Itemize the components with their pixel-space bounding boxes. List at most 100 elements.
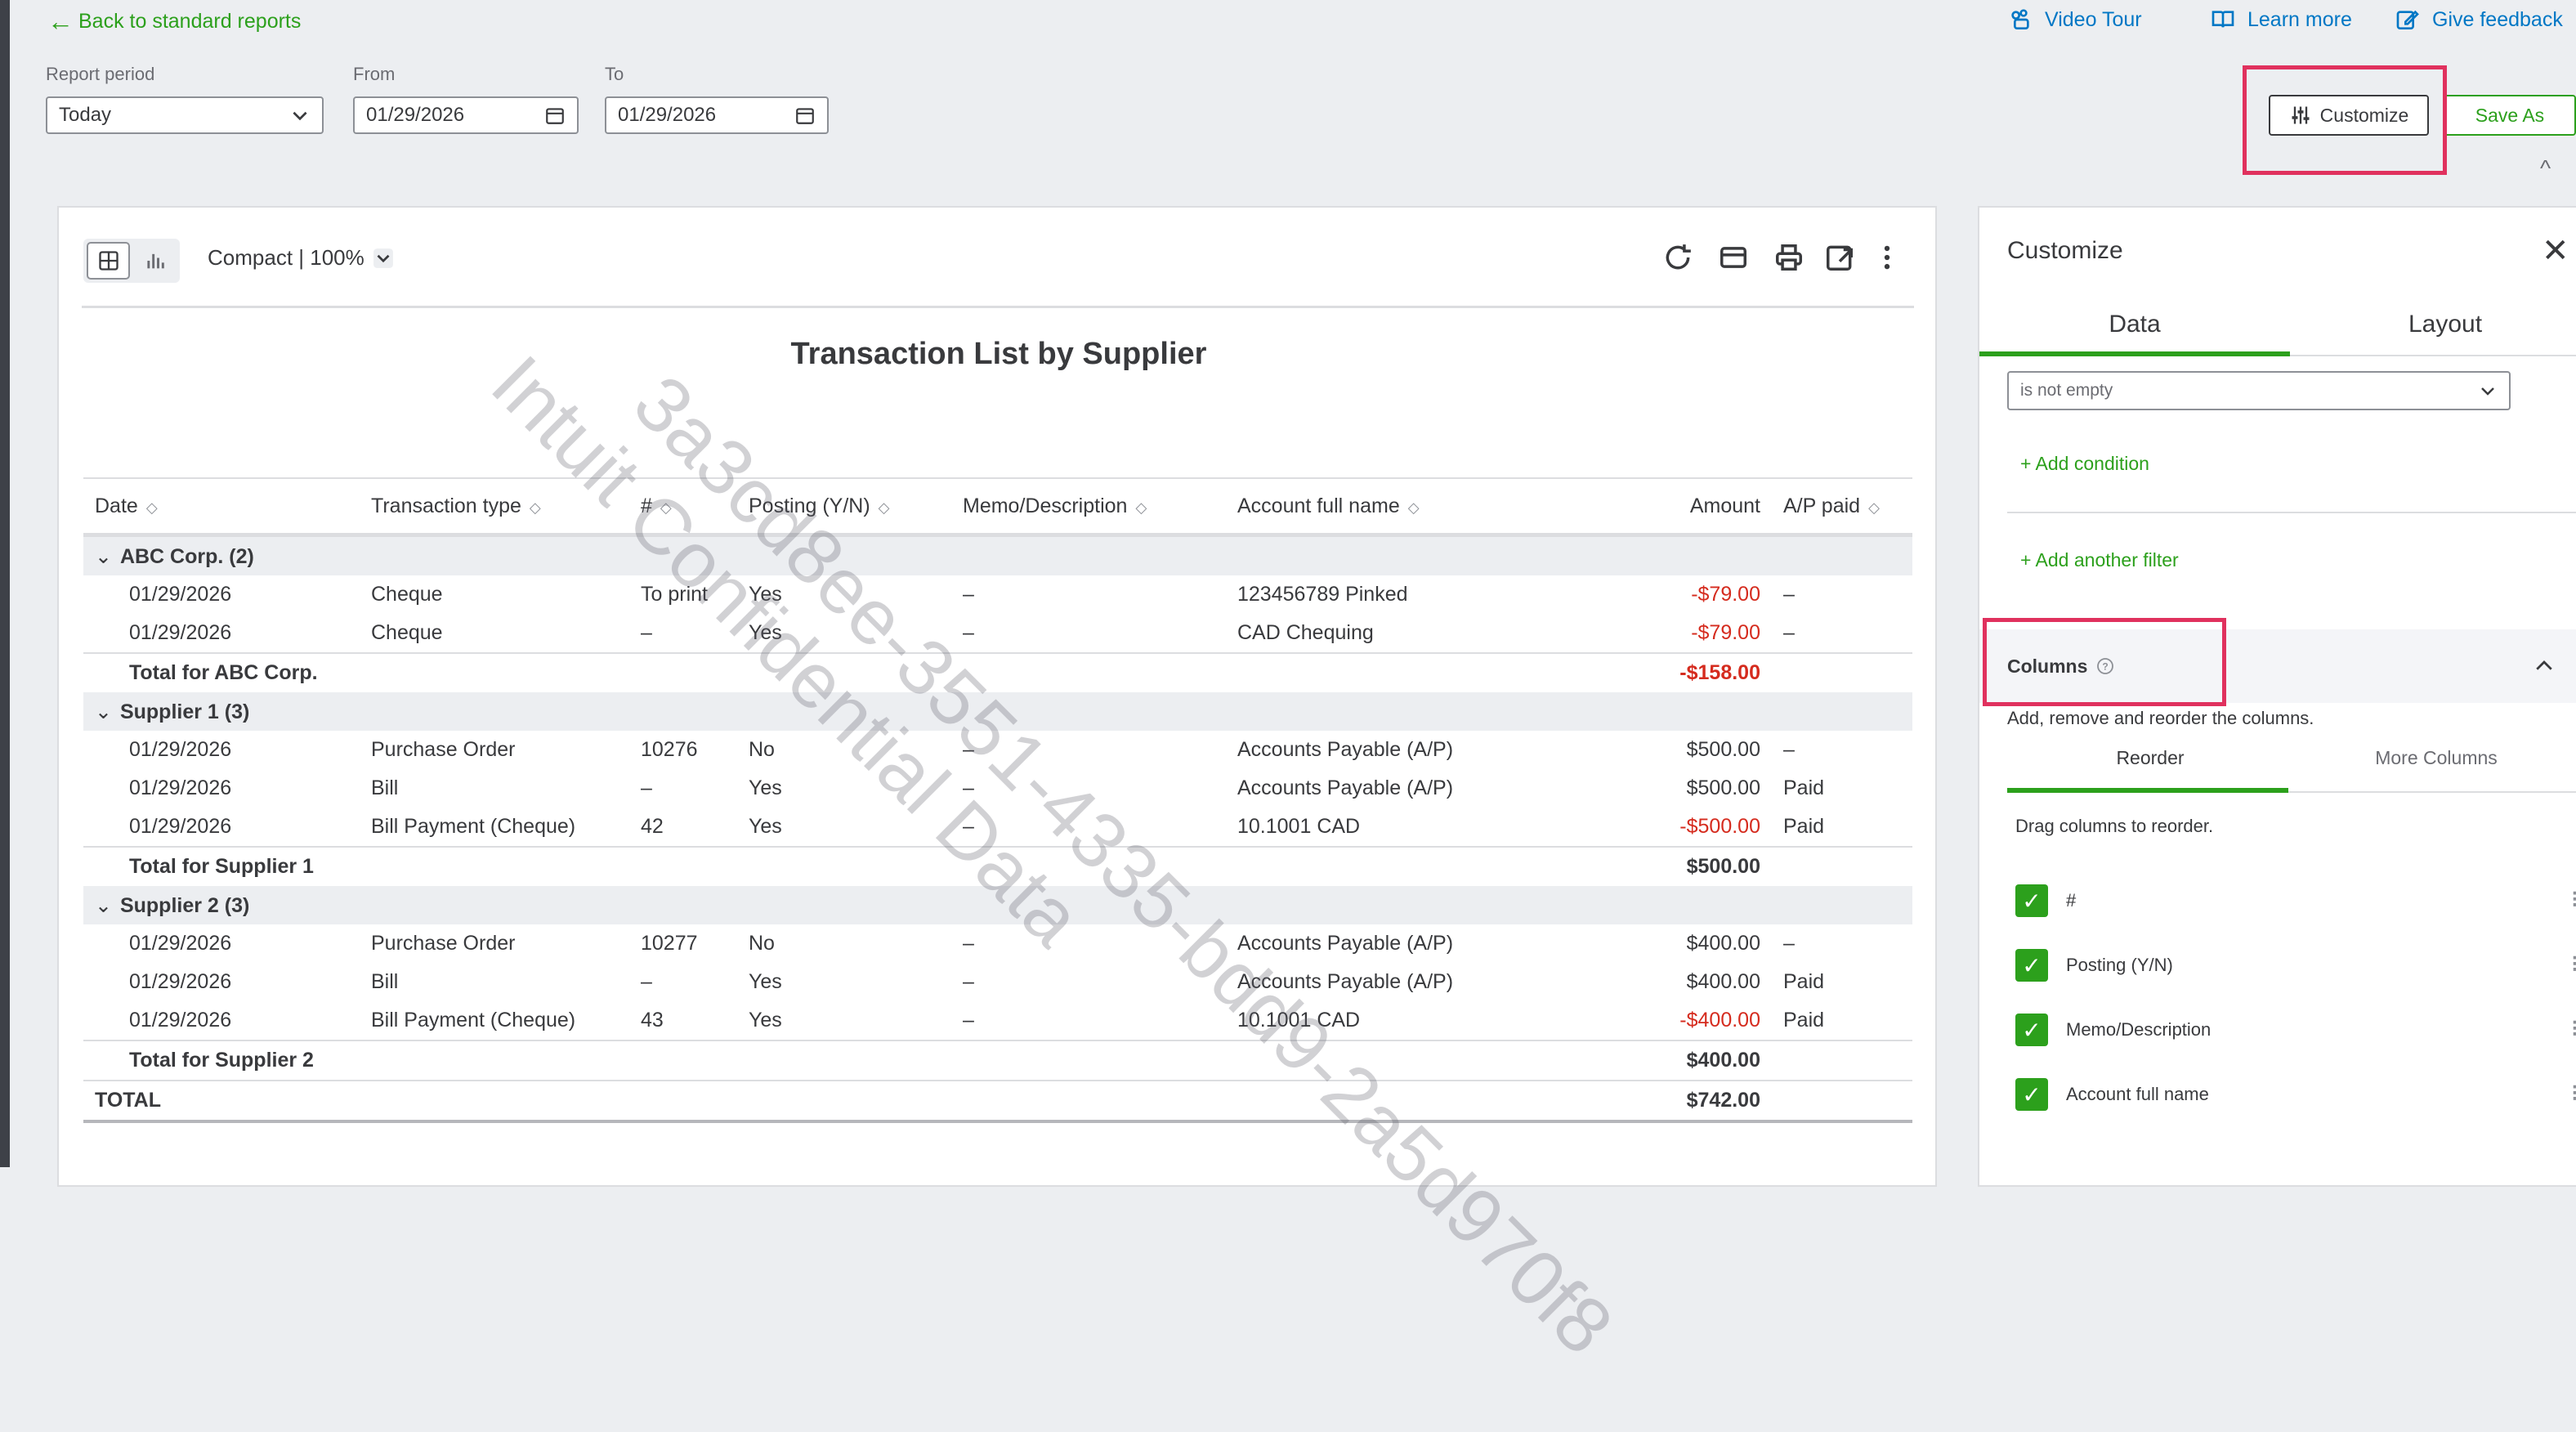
learn-more-link[interactable]: Learn more [2210, 7, 2352, 33]
table-cell: 10.1001 CAD [1237, 815, 1361, 838]
save-as-button[interactable]: Save As [2444, 95, 2576, 136]
calendar-icon[interactable] [544, 105, 566, 126]
column-checkbox[interactable]: ✓ [2015, 949, 2048, 982]
column-header[interactable]: Transaction type ◇ [360, 477, 629, 537]
chevron-down-icon[interactable]: ⌄ [95, 893, 112, 918]
sort-icon[interactable]: ◇ [879, 499, 890, 516]
table-cell: – [641, 621, 652, 644]
sort-icon[interactable]: ◇ [1408, 499, 1420, 516]
filter-condition-select[interactable]: is not empty [2007, 371, 2511, 410]
tab-data[interactable]: Data [1979, 311, 2290, 338]
calendar-icon[interactable] [794, 105, 816, 126]
group-label-cell[interactable]: ⌄ Supplier 2 (3) [83, 886, 1912, 924]
column-checkbox[interactable]: ✓ [2015, 1078, 2048, 1111]
column-checkbox[interactable]: ✓ [2015, 1014, 2048, 1046]
column-header[interactable]: Memo/Description ◇ [951, 477, 1226, 537]
table-cell: Yes [749, 970, 782, 993]
table-cell: -$79.00 [1691, 583, 1760, 606]
group-label-cell[interactable]: ⌄ Supplier 1 (3) [83, 692, 1912, 731]
column-reorder-item[interactable]: ✓#⠿ [2015, 876, 2576, 925]
export-icon[interactable] [1824, 242, 1855, 273]
column-item-label: Memo/Description [2066, 1019, 2212, 1040]
sort-icon[interactable]: ◇ [660, 499, 672, 516]
table-cell: – [963, 1009, 974, 1031]
drag-handle-icon[interactable]: ⠿ [2570, 888, 2576, 914]
add-condition-link[interactable]: + Add condition [2020, 453, 2149, 475]
column-header[interactable]: Posting (Y/N) ◇ [737, 477, 951, 537]
add-another-filter-link[interactable]: + Add another filter [2020, 549, 2179, 571]
sort-icon[interactable]: ◇ [1868, 499, 1880, 516]
filter-condition-value: is not empty [2020, 381, 2113, 400]
table-cell: No [749, 738, 775, 761]
column-header[interactable]: Date ◇ [83, 477, 360, 537]
table-cell: CAD Chequing [1237, 621, 1374, 644]
sort-icon[interactable]: ◇ [530, 499, 541, 516]
chevron-down-icon[interactable]: ⌄ [95, 544, 112, 569]
group-label-cell[interactable]: ⌄ ABC Corp. (2) [83, 535, 1912, 575]
report-period-label: Report period [46, 64, 155, 84]
view-density-select[interactable]: Compact | 100% [208, 245, 394, 271]
column-header[interactable]: Account full name ◇ [1226, 477, 1579, 537]
column-header-label: Date [95, 494, 138, 517]
chevron-up-icon[interactable] [2532, 654, 2556, 678]
table-header-row: Date ◇ Transaction type ◇ # ◇ Posting (Y/N) ◇ Me… [83, 477, 1912, 537]
learn-more-label: Learn more [2247, 7, 2352, 31]
give-feedback-link[interactable]: Give feedback [2395, 7, 2563, 33]
highlight-box-columns [1983, 618, 2226, 706]
table-cell: 42 [641, 815, 664, 838]
table-view-toggle[interactable] [87, 242, 131, 280]
table-cell: – [1783, 583, 1795, 606]
drag-handle-icon[interactable]: ⠿ [2570, 1082, 2576, 1108]
column-reorder-item[interactable]: ✓ Posting (Y/N) ⠿ [2015, 941, 2576, 990]
column-checkbox[interactable]: ✓ [2015, 884, 2048, 917]
column-reorder-item[interactable]: ✓ Account full name ⠿ [2015, 1070, 2576, 1119]
table-cell: 01/29/2026 [129, 932, 232, 955]
chevron-down-icon [373, 248, 393, 268]
drag-handle-icon[interactable]: ⠿ [2570, 1018, 2576, 1043]
table-cell: – [963, 970, 974, 993]
column-header[interactable]: Amount [1579, 477, 1772, 537]
video-tour-link[interactable]: Video Tour [2007, 7, 2142, 33]
table-cell: Accounts Payable (A/P) [1237, 738, 1454, 761]
print-icon[interactable] [1773, 242, 1805, 273]
tab-reorder[interactable]: Reorder [2007, 747, 2293, 769]
view-toggle[interactable] [83, 239, 180, 283]
column-header-label: Transaction type [371, 494, 521, 517]
column-reorder-item[interactable]: ✓ Memo/Description ⠿ [2015, 1005, 2576, 1054]
report-title: Transaction List by Supplier [790, 337, 1207, 371]
tab-layout[interactable]: Layout [2290, 311, 2576, 338]
active-sub-tab-indicator [2007, 788, 2288, 793]
active-tab-indicator [1979, 351, 2290, 356]
more-options-icon[interactable] [1872, 242, 1903, 273]
sort-icon[interactable]: ◇ [146, 499, 158, 516]
drag-handle-icon[interactable]: ⠿ [2570, 953, 2576, 978]
column-item-label: # [2066, 890, 2077, 911]
table-cell: Yes [749, 1009, 782, 1031]
chevron-down-icon[interactable]: ⌄ [95, 700, 112, 724]
table-row: 01/29/2026 Bill – Yes – Accounts Payable (A/P… [83, 769, 1912, 808]
sort-icon[interactable]: ◇ [1135, 499, 1147, 516]
column-header-label: Memo/Description [963, 494, 1128, 517]
give-feedback-label: Give feedback [2432, 7, 2563, 31]
table-cell: Paid [1783, 970, 1825, 993]
refresh-icon[interactable] [1662, 242, 1693, 273]
from-date-field[interactable]: 01/29/2026 [353, 96, 579, 134]
close-icon[interactable]: ✕ [2542, 232, 2569, 270]
column-header[interactable]: A/P paid ◇ [1772, 477, 1912, 537]
report-table-container: Date ◇ Transaction type ◇ # ◇ Posting (Y/N) ◇ Me… [83, 477, 1912, 1123]
tab-more-columns[interactable]: More Columns [2293, 747, 2576, 769]
video-tour-icon [2011, 9, 2029, 29]
report-period-select[interactable]: Today [46, 96, 324, 134]
table-cell: 43 [641, 1009, 664, 1031]
email-icon[interactable] [1718, 242, 1749, 273]
column-header-label: Posting (Y/N) [749, 494, 870, 517]
scroll-up-icon[interactable]: ^ [2540, 155, 2551, 181]
column-item-label: Posting (Y/N) [2066, 955, 2173, 975]
table-cell: 01/29/2026 [129, 621, 232, 644]
column-item-left: ✓ # [2015, 884, 2076, 917]
back-to-reports-link[interactable]: ← Back to standard reports [47, 8, 301, 34]
chart-view-toggle[interactable] [133, 242, 177, 280]
table-cell: – [641, 776, 652, 799]
column-header[interactable]: # ◇ [629, 477, 737, 537]
to-date-field[interactable]: 01/29/2026 [605, 96, 829, 134]
